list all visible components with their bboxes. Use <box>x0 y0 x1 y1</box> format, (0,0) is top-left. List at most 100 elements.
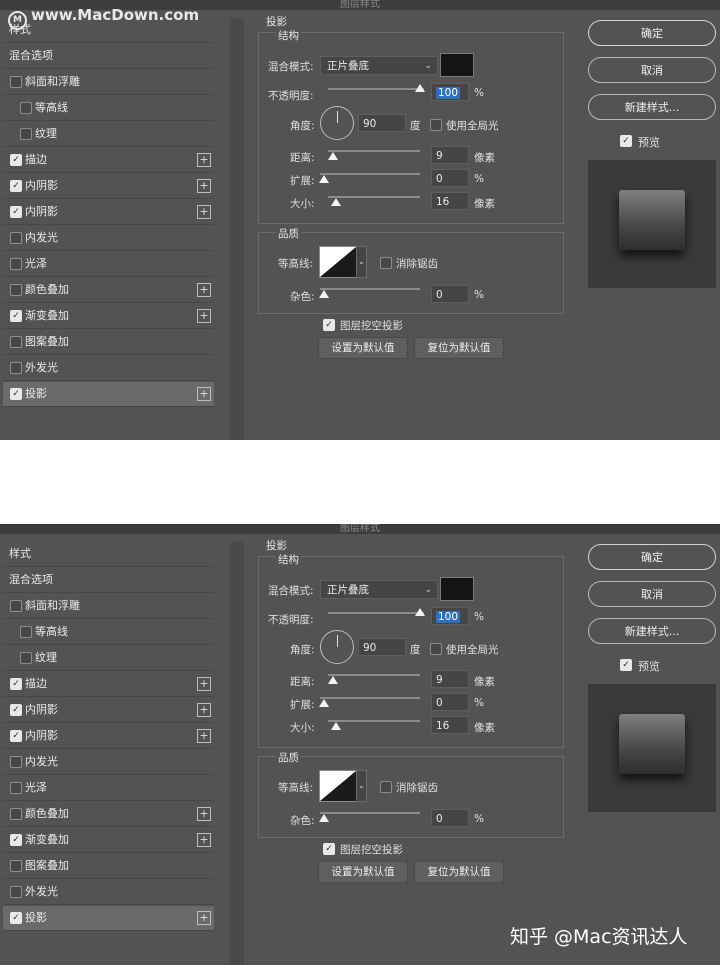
style-item-checkbox[interactable] <box>10 336 22 348</box>
style-item[interactable]: 外发光 <box>3 356 214 381</box>
style-item[interactable]: 纹理 <box>3 122 214 147</box>
style-item[interactable]: 斜面和浮雕 <box>3 70 214 95</box>
style-item[interactable]: 光泽 <box>3 252 214 277</box>
style-item-checkbox[interactable] <box>20 128 32 140</box>
style-item[interactable]: 纹理 <box>3 646 214 671</box>
add-effect-plus-icon[interactable]: + <box>197 911 211 925</box>
style-item-checkbox[interactable] <box>10 258 22 270</box>
blend-mode-select[interactable]: 正片叠底 ⌄ <box>320 56 438 75</box>
spread-slider-thumb[interactable] <box>319 699 329 707</box>
new-style-button[interactable]: 新建样式... <box>588 94 716 120</box>
set-default-button[interactable]: 设置为默认值 <box>318 337 408 359</box>
opacity-slider-track[interactable] <box>328 612 424 614</box>
add-effect-plus-icon[interactable]: + <box>197 205 211 219</box>
noise-input[interactable]: 0 <box>431 285 469 303</box>
global-light-checkbox[interactable] <box>430 119 442 131</box>
add-effect-plus-icon[interactable]: + <box>197 807 211 821</box>
add-effect-plus-icon[interactable]: + <box>197 703 211 717</box>
style-item-checkbox[interactable] <box>10 600 22 612</box>
antialias-checkbox[interactable] <box>380 257 392 269</box>
style-item-checkbox[interactable] <box>10 232 22 244</box>
style-item-checkbox[interactable] <box>10 362 22 374</box>
angle-input[interactable]: 90 <box>358 114 406 132</box>
style-item-checkbox[interactable]: ✓ <box>10 310 22 322</box>
style-item-checkbox[interactable] <box>10 886 22 898</box>
style-item-checkbox[interactable] <box>10 860 22 872</box>
contour-dropdown-button[interactable]: ⌄ <box>356 770 367 802</box>
size-slider-thumb[interactable] <box>331 722 341 730</box>
style-item-checkbox[interactable]: ✓ <box>10 180 22 192</box>
style-item-checkbox[interactable] <box>10 76 22 88</box>
add-effect-plus-icon[interactable]: + <box>197 729 211 743</box>
style-item[interactable]: ✓ 渐变叠加 + <box>3 304 214 329</box>
distance-slider-thumb[interactable] <box>328 152 338 160</box>
distance-slider-track[interactable] <box>328 674 420 676</box>
style-item-checkbox[interactable]: ✓ <box>10 912 22 924</box>
opacity-slider-thumb[interactable] <box>415 84 425 92</box>
style-item-checkbox[interactable] <box>10 782 22 794</box>
contour-picker[interactable] <box>319 246 357 278</box>
size-slider-track[interactable] <box>328 196 420 198</box>
spread-input[interactable]: 0 <box>431 169 469 187</box>
style-item[interactable]: 斜面和浮雕 <box>3 594 214 619</box>
style-item-checkbox[interactable]: ✓ <box>10 154 22 166</box>
distance-slider-track[interactable] <box>328 150 420 152</box>
spread-slider-thumb[interactable] <box>319 175 329 183</box>
size-input[interactable]: 16 <box>431 716 469 734</box>
style-item-checkbox[interactable]: ✓ <box>10 834 22 846</box>
size-slider-thumb[interactable] <box>331 198 341 206</box>
spread-slider-track[interactable] <box>320 173 420 175</box>
ok-button[interactable]: 确定 <box>588 544 716 570</box>
shadow-color-swatch[interactable] <box>440 577 474 601</box>
opacity-slider-thumb[interactable] <box>415 608 425 616</box>
style-item[interactable]: ✓ 内阴影 + <box>3 724 214 749</box>
noise-input[interactable]: 0 <box>431 809 469 827</box>
reset-default-button[interactable]: 复位为默认值 <box>414 861 504 883</box>
angle-input[interactable]: 90 <box>358 638 406 656</box>
style-item[interactable]: 图案叠加 <box>3 854 214 879</box>
antialias-checkbox[interactable] <box>380 781 392 793</box>
style-item[interactable]: 等高线 <box>3 620 214 645</box>
cancel-button[interactable]: 取消 <box>588 581 716 607</box>
contour-dropdown-button[interactable]: ⌄ <box>356 246 367 278</box>
spread-input[interactable]: 0 <box>431 693 469 711</box>
style-item[interactable]: 颜色叠加 + <box>3 802 214 827</box>
add-effect-plus-icon[interactable]: + <box>197 387 211 401</box>
style-item-checkbox[interactable] <box>20 102 32 114</box>
style-item[interactable]: ✓ 内阴影 + <box>3 174 214 199</box>
knockout-checkbox[interactable]: ✓ <box>323 843 335 855</box>
reset-default-button[interactable]: 复位为默认值 <box>414 337 504 359</box>
contour-picker[interactable] <box>319 770 357 802</box>
ok-button[interactable]: 确定 <box>588 20 716 46</box>
noise-slider-thumb[interactable] <box>319 290 329 298</box>
style-item[interactable]: 颜色叠加 + <box>3 278 214 303</box>
add-effect-plus-icon[interactable]: + <box>197 283 211 297</box>
preview-checkbox[interactable]: ✓ <box>620 135 632 147</box>
style-item[interactable]: ✓ 内阴影 + <box>3 200 214 225</box>
style-item-checkbox[interactable]: ✓ <box>10 206 22 218</box>
style-item-checkbox[interactable]: ✓ <box>10 704 22 716</box>
add-effect-plus-icon[interactable]: + <box>197 677 211 691</box>
add-effect-plus-icon[interactable]: + <box>197 309 211 323</box>
opacity-input[interactable]: 100 <box>431 607 469 625</box>
distance-input[interactable]: 9 <box>431 146 469 164</box>
style-item[interactable]: ✓ 投影 + <box>3 906 214 931</box>
style-item-checkbox[interactable] <box>10 756 22 768</box>
noise-slider-thumb[interactable] <box>319 814 329 822</box>
add-effect-plus-icon[interactable]: + <box>197 153 211 167</box>
blend-options-item[interactable]: 混合选项 <box>3 44 214 69</box>
style-item[interactable]: 等高线 <box>3 96 214 121</box>
size-input[interactable]: 16 <box>431 192 469 210</box>
angle-dial[interactable] <box>320 630 354 664</box>
style-item[interactable]: ✓ 描边 + <box>3 148 214 173</box>
style-item[interactable]: 图案叠加 <box>3 330 214 355</box>
blend-options-item[interactable]: 混合选项 <box>3 568 214 593</box>
set-default-button[interactable]: 设置为默认值 <box>318 861 408 883</box>
add-effect-plus-icon[interactable]: + <box>197 833 211 847</box>
blend-mode-select[interactable]: 正片叠底 ⌄ <box>320 580 438 599</box>
style-item[interactable]: ✓ 渐变叠加 + <box>3 828 214 853</box>
style-item[interactable]: ✓ 描边 + <box>3 672 214 697</box>
size-slider-track[interactable] <box>328 720 420 722</box>
style-item[interactable]: ✓ 内阴影 + <box>3 698 214 723</box>
spread-slider-track[interactable] <box>320 697 420 699</box>
